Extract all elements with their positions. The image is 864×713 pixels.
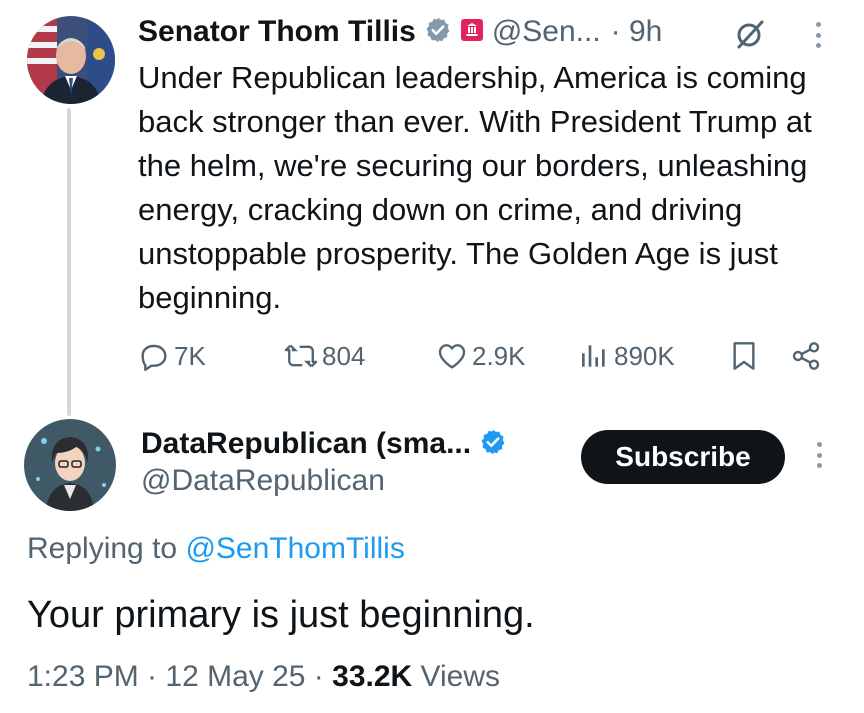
dot [817, 463, 822, 468]
tweet-timestamp[interactable]: 1:23 PM · 12 May 25 · [27, 660, 324, 693]
grok-icon[interactable] [734, 18, 766, 55]
verified-badge-icon[interactable] [479, 428, 507, 461]
views-button[interactable]: 890K [578, 336, 675, 376]
dot [817, 442, 822, 447]
dot [816, 43, 821, 48]
mention-link[interactable]: @SenThomTillis [185, 532, 404, 565]
avatar-senator[interactable] [27, 16, 115, 104]
replying-prefix: Replying to [27, 532, 178, 565]
subscribe-button[interactable]: Subscribe [581, 430, 785, 484]
replying-to-line: Replying to @SenThomTillis [27, 532, 405, 566]
author-handle[interactable]: @DataRepublican [141, 464, 385, 498]
tweet2-text: Your primary is just beginning. [27, 594, 535, 636]
tweet-time[interactable]: · 9h [611, 15, 663, 49]
more-options-icon[interactable] [817, 442, 823, 468]
bookmark-button[interactable] [730, 336, 762, 376]
reply-count: 7K [174, 340, 206, 371]
author-display-name[interactable]: DataRepublican (sma... [141, 427, 471, 461]
thread-connector-line [67, 108, 71, 416]
reply-icon [141, 344, 167, 371]
dot [816, 22, 821, 27]
repost-icon [284, 344, 318, 368]
like-count: 2.9K [472, 340, 526, 371]
reply-button[interactable]: 7K [138, 336, 206, 376]
government-label-icon[interactable] [460, 18, 484, 47]
repost-button[interactable]: 804 [284, 336, 365, 376]
like-button[interactable]: 2.9K [436, 336, 526, 376]
bookmark-icon [733, 342, 755, 370]
repost-count: 804 [322, 340, 366, 371]
share-icon [792, 342, 820, 370]
tweet-meta: 1:23 PM · 12 May 25 · 33.2K Views [27, 660, 500, 694]
view-count: 890K [614, 340, 675, 371]
tweet2-header: DataRepublican (sma... [141, 424, 507, 464]
author-display-name[interactable]: Senator Thom Tillis [138, 15, 416, 49]
tweet1-text: Under Republican leadership, America is … [138, 60, 812, 315]
like-icon [438, 344, 466, 369]
dot [817, 452, 822, 458]
more-options-icon[interactable] [816, 22, 822, 48]
views-label: Views [420, 660, 501, 693]
share-button[interactable] [790, 336, 826, 376]
tweet-action-bar: 7K 804 2.9K 890K [138, 336, 838, 376]
views-icon [582, 345, 605, 367]
views-count: 33.2K [332, 660, 413, 693]
author-handle[interactable]: @Sen... [492, 15, 601, 49]
dot [816, 32, 821, 38]
verified-gov-badge-icon[interactable] [424, 16, 452, 49]
tweet1-header: Senator Thom Tillis @Sen... · 9h [138, 12, 662, 52]
avatar-datarepublican[interactable] [24, 419, 116, 511]
